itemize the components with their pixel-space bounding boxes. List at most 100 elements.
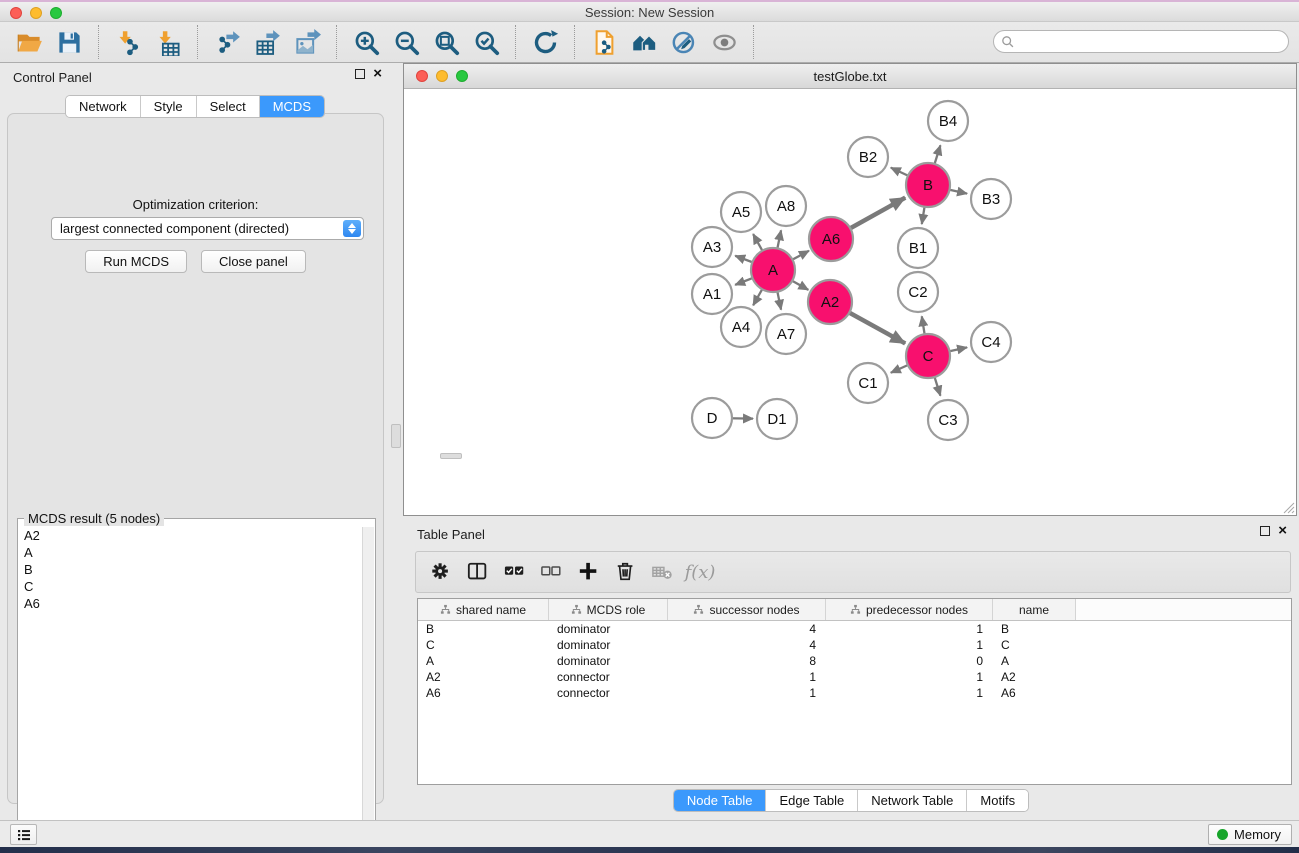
column-header-shared-name[interactable]: shared name <box>418 599 549 620</box>
column-header-name[interactable]: name <box>993 599 1076 620</box>
export-image-button[interactable] <box>287 24 327 60</box>
graph-node-D[interactable]: D <box>692 398 732 438</box>
memory-button[interactable]: Memory <box>1208 824 1292 845</box>
table-panel-title: Table Panel <box>417 527 485 542</box>
window-title: Session: New Session <box>0 5 1299 20</box>
tab-mcds[interactable]: MCDS <box>260 96 324 117</box>
table-row[interactable]: Cdominator41C <box>418 637 1291 653</box>
graph-node-D1[interactable]: D1 <box>757 399 797 439</box>
table-tab-motifs[interactable]: Motifs <box>967 790 1028 811</box>
tab-select[interactable]: Select <box>197 96 260 117</box>
close-panel-icon[interactable]: × <box>373 69 382 79</box>
add-column-button[interactable] <box>574 556 604 588</box>
graph-node-A7[interactable]: A7 <box>766 314 806 354</box>
vertical-split-divider[interactable] <box>390 63 403 820</box>
check-pair-button[interactable] <box>500 556 530 588</box>
tab-style[interactable]: Style <box>141 96 197 117</box>
function-builder-button[interactable]: f(x) <box>685 556 715 588</box>
gear-button[interactable] <box>426 556 456 588</box>
search-field[interactable] <box>993 30 1289 53</box>
split-columns-button[interactable] <box>463 556 493 588</box>
float-panel-icon[interactable] <box>355 69 365 79</box>
column-header-predecessor-nodes[interactable]: predecessor nodes <box>826 599 993 620</box>
table-row[interactable]: A6connector11A6 <box>418 685 1291 701</box>
search-input[interactable] <box>1015 33 1288 51</box>
node-label: B4 <box>939 113 957 130</box>
run-mcds-button[interactable]: Run MCDS <box>85 250 187 273</box>
result-item[interactable]: B <box>18 561 362 578</box>
graph-node-C3[interactable]: C3 <box>928 400 968 440</box>
zoom-out-button[interactable] <box>386 24 426 60</box>
eye-icon <box>711 29 738 56</box>
zoom-in-button[interactable] <box>346 24 386 60</box>
graph-node-A[interactable]: A <box>751 248 795 292</box>
uncheck-pair-button[interactable] <box>537 556 567 588</box>
result-item[interactable]: A <box>18 544 362 561</box>
refresh-button[interactable] <box>525 24 565 60</box>
table-row[interactable]: A2connector11A2 <box>418 669 1291 685</box>
table-tab-segment: Node TableEdge TableNetwork TableMotifs <box>673 789 1029 812</box>
control-panel-tabs: NetworkStyleSelectMCDS <box>0 95 390 118</box>
result-scrollbar[interactable] <box>362 527 374 853</box>
resize-grip-icon[interactable] <box>1281 500 1295 514</box>
split-columns-icon <box>467 561 489 583</box>
close-panel-button[interactable]: Close panel <box>201 250 306 273</box>
graph-node-A6[interactable]: A6 <box>809 217 853 261</box>
graph-node-B1[interactable]: B1 <box>898 228 938 268</box>
float-table-panel-icon[interactable] <box>1260 526 1270 536</box>
export-network-button[interactable] <box>207 24 247 60</box>
graph-node-B2[interactable]: B2 <box>848 137 888 177</box>
table-row[interactable]: Bdominator41B <box>418 621 1291 637</box>
network-window-titlebar[interactable]: testGlobe.txt <box>404 64 1296 89</box>
zoom-fit-button[interactable] <box>426 24 466 60</box>
zoom-selected-button[interactable] <box>466 24 506 60</box>
eye-button[interactable] <box>704 24 744 60</box>
network-canvas[interactable]: A5A8 A3 A1A4A7 A A6 A2 B2 B4 B B3 B1C2 C C4 C1 C3 D D1 <box>404 89 1296 515</box>
result-item[interactable]: C <box>18 578 362 595</box>
result-item[interactable]: A6 <box>18 595 362 612</box>
column-header-MCDS-role[interactable]: MCDS role <box>549 599 668 620</box>
import-table-button[interactable] <box>148 24 188 60</box>
hide-graphics-details-button[interactable] <box>664 24 704 60</box>
delete-table-button[interactable] <box>648 556 678 588</box>
home-button[interactable] <box>624 24 664 60</box>
import-network-button[interactable] <box>108 24 148 60</box>
graph-node-C4[interactable]: C4 <box>971 322 1011 362</box>
graph-node-A1[interactable]: A1 <box>692 274 732 314</box>
close-table-panel-icon[interactable]: × <box>1278 526 1287 536</box>
cell-MCDS-role: dominator <box>549 653 668 669</box>
delete-column-icon <box>615 561 637 583</box>
column-header-successor-nodes[interactable]: successor nodes <box>668 599 826 620</box>
optimization-criterion-label: Optimization criterion: <box>8 197 383 212</box>
criterion-dropdown[interactable]: largest connected component (directed) <box>51 217 364 240</box>
graph-node-A5[interactable]: A5 <box>721 192 761 232</box>
new-network-from-selection-button[interactable] <box>584 24 624 60</box>
open-file-button[interactable] <box>9 24 49 60</box>
divider-handle[interactable] <box>391 424 401 448</box>
graph-node-B4[interactable]: B4 <box>928 101 968 141</box>
save-session-icon <box>56 29 83 56</box>
graph-node-A2[interactable]: A2 <box>808 280 852 324</box>
save-session-button[interactable] <box>49 24 89 60</box>
node-label: C1 <box>858 375 877 392</box>
graph-node-A4[interactable]: A4 <box>721 307 761 347</box>
delete-column-button[interactable] <box>611 556 641 588</box>
graph-node-B3[interactable]: B3 <box>971 179 1011 219</box>
export-table-button[interactable] <box>247 24 287 60</box>
result-item[interactable]: A2 <box>18 527 362 544</box>
table-tab-node-table[interactable]: Node Table <box>674 790 767 811</box>
zoom-in-icon <box>353 29 380 56</box>
mcds-result-list[interactable]: A2ABCA6 <box>18 527 362 853</box>
graph-node-A3[interactable]: A3 <box>692 227 732 267</box>
graph-node-B[interactable]: B <box>906 163 950 207</box>
tab-network[interactable]: Network <box>66 96 141 117</box>
graph-node-C[interactable]: C <box>906 334 950 378</box>
graph-node-C2[interactable]: C2 <box>898 272 938 312</box>
table-tab-network-table[interactable]: Network Table <box>858 790 967 811</box>
graph-node-A8[interactable]: A8 <box>766 186 806 226</box>
table-row[interactable]: Adominator80A <box>418 653 1291 669</box>
graph-node-C1[interactable]: C1 <box>848 363 888 403</box>
show-panels-button[interactable] <box>10 824 37 845</box>
horizontal-divider-handle[interactable] <box>440 453 462 459</box>
table-tab-edge-table[interactable]: Edge Table <box>766 790 858 811</box>
